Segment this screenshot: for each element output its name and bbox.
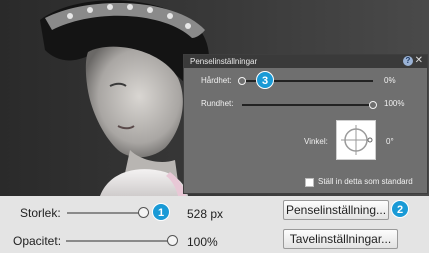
roundness-label: Rundhet:	[201, 99, 234, 108]
tablet-settings-button[interactable]: Tavelinställningar...	[283, 229, 398, 249]
hardness-slider-knob[interactable]	[238, 77, 246, 85]
angle-label: Vinkel:	[304, 137, 328, 146]
opacity-value: 100%	[187, 235, 218, 249]
callout-badge-2: 2	[391, 200, 409, 218]
roundness-slider-knob[interactable]	[369, 101, 377, 109]
size-value: 528 px	[187, 207, 224, 221]
roundness-slider-track[interactable]	[242, 104, 373, 106]
help-icon[interactable]: ?	[403, 56, 413, 66]
callout-badge-1: 1	[152, 203, 170, 221]
angle-value: 0°	[386, 137, 394, 146]
roundness-value: 100%	[384, 99, 405, 108]
size-label: Storlek:	[20, 206, 61, 220]
panel-title: Penselinställningar	[190, 57, 258, 66]
set-default-checkbox[interactable]	[305, 178, 314, 187]
opacity-slider-knob[interactable]	[167, 235, 178, 246]
set-default-label: Ställ in detta som standard	[318, 177, 413, 186]
size-slider-track[interactable]	[67, 212, 149, 214]
hardness-label: Hårdhet:	[201, 76, 232, 85]
brush-settings-button[interactable]: Penselinställning...	[283, 200, 389, 220]
hardness-value: 0%	[384, 76, 396, 85]
brush-settings-panel: Penselinställningar ? ✕ Hårdhet: 0% Rund…	[183, 54, 428, 194]
close-icon[interactable]: ✕	[415, 56, 423, 66]
angle-dial[interactable]	[336, 120, 376, 160]
opacity-slider-track[interactable]	[66, 240, 174, 242]
size-slider-knob[interactable]	[138, 207, 149, 218]
callout-badge-3: 3	[256, 71, 274, 89]
panel-titlebar[interactable]: Penselinställningar ? ✕	[184, 55, 427, 68]
opacity-label: Opacitet:	[13, 234, 62, 248]
